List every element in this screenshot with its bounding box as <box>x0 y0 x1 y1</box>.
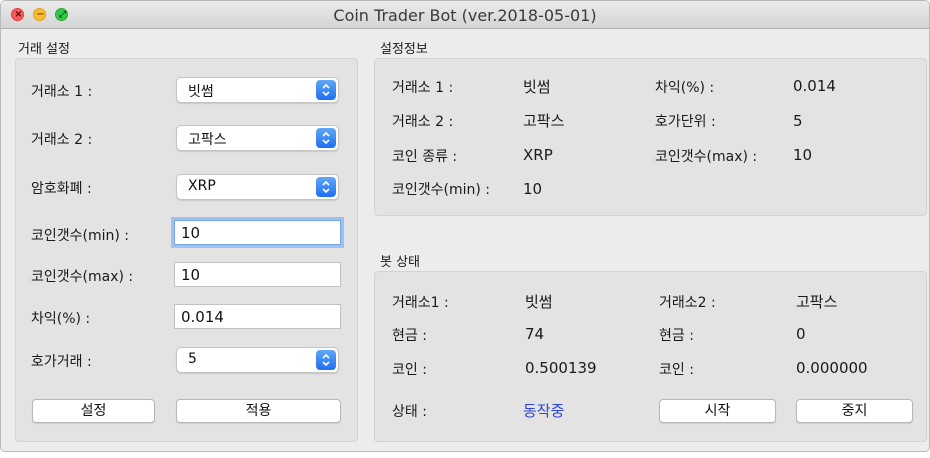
select-stepper-icon <box>316 177 336 197</box>
stop-button[interactable]: 중지 <box>796 399 913 423</box>
info-group-title: 설정정보 <box>380 42 428 57</box>
info-diff-label: 차익(%) : <box>655 80 715 96</box>
bot-coin2-label: 코인 : <box>659 362 694 378</box>
select-stepper-icon <box>316 350 336 370</box>
bot-status-panel: 거래소1 : 빗썸 거래소2 : 고팍스 현금 : 74 현금 : 0 코인 :… <box>374 271 927 442</box>
select-stepper-icon <box>316 128 336 148</box>
select-stepper-icon <box>316 80 336 100</box>
exchange1-select[interactable]: 빗썸 <box>176 77 339 103</box>
set-button[interactable]: 설정 <box>32 399 155 423</box>
bot-cash2-value: 0 <box>796 325 806 343</box>
info-tick-label: 호가단위 : <box>655 114 716 130</box>
info-panel: 거래소 1 : 빗썸 차익(%) : 0.014 거래소 2 : 고팍스 호가단… <box>374 58 927 216</box>
info-exchange1-value: 빗썸 <box>523 78 551 96</box>
info-exchange2-value: 고팍스 <box>523 112 565 130</box>
bot-cash1-label: 현금 : <box>392 328 427 344</box>
order-book-label: 호가거래 : <box>31 354 92 370</box>
diff-label: 차익(%) : <box>31 311 91 327</box>
bot-coin1-value: 0.500139 <box>525 359 597 377</box>
bot-state-value: 동작중 <box>523 402 565 420</box>
currency-select-value: XRP <box>188 178 216 194</box>
bot-exchange1-value: 빗썸 <box>525 293 553 311</box>
info-exchange1-label: 거래소 1 : <box>392 80 454 96</box>
title-bar: × − ⤢ Coin Trader Bot (ver.2018-05-01) <box>1 1 929 29</box>
settings-panel: 거래소 1 : 빗썸 거래소 2 : 고팍스 암호화폐 : XRP 코인갯수(m… <box>15 58 358 442</box>
bot-cash2-label: 현금 : <box>659 328 694 344</box>
diff-input[interactable]: 0.014 <box>174 304 341 329</box>
bot-exchange2-value: 고팍스 <box>796 293 838 311</box>
bot-cash1-value: 74 <box>525 325 545 343</box>
apply-button[interactable]: 적용 <box>176 399 341 423</box>
currency-select[interactable]: XRP <box>176 174 339 200</box>
exchange2-select[interactable]: 고팍스 <box>176 125 339 151</box>
order-book-select[interactable]: 5 <box>176 347 339 373</box>
info-exchange2-label: 거래소 2 : <box>392 114 454 130</box>
bot-coin2-value: 0.000000 <box>796 359 868 377</box>
exchange2-select-value: 고팍스 <box>188 132 227 148</box>
info-coin-min-value: 10 <box>523 180 543 198</box>
bot-coin1-label: 코인 : <box>392 362 427 378</box>
bot-state-label: 상태 : <box>392 404 427 420</box>
bot-exchange2-label: 거래소2 : <box>659 295 716 311</box>
exchange1-label: 거래소 1 : <box>31 84 93 100</box>
info-coin-type-label: 코인 종류 : <box>392 149 458 165</box>
app-window: × − ⤢ Coin Trader Bot (ver.2018-05-01) 거… <box>0 0 930 452</box>
coin-min-input[interactable]: 10 <box>174 220 341 245</box>
coin-min-label: 코인갯수(min) : <box>31 228 130 244</box>
bot-exchange1-label: 거래소1 : <box>392 295 449 311</box>
coin-max-label: 코인갯수(max) : <box>31 269 134 285</box>
exchange2-label: 거래소 2 : <box>31 132 93 148</box>
order-book-select-value: 5 <box>188 351 197 367</box>
start-button[interactable]: 시작 <box>659 399 776 423</box>
exchange1-select-value: 빗썸 <box>188 84 214 100</box>
info-tick-value: 5 <box>793 112 803 130</box>
info-coin-max-value: 10 <box>793 146 813 164</box>
coin-max-input[interactable]: 10 <box>174 262 341 287</box>
info-coin-type-value: XRP <box>523 146 553 164</box>
window-title: Coin Trader Bot (ver.2018-05-01) <box>333 6 597 25</box>
bot-group-title: 봇 상태 <box>380 255 421 270</box>
currency-label: 암호화폐 : <box>31 181 92 197</box>
info-coin-min-label: 코인갯수(min) : <box>392 182 491 198</box>
info-diff-value: 0.014 <box>793 77 836 95</box>
info-coin-max-label: 코인갯수(max) : <box>655 149 758 165</box>
settings-group-title: 거래 설정 <box>18 42 70 57</box>
